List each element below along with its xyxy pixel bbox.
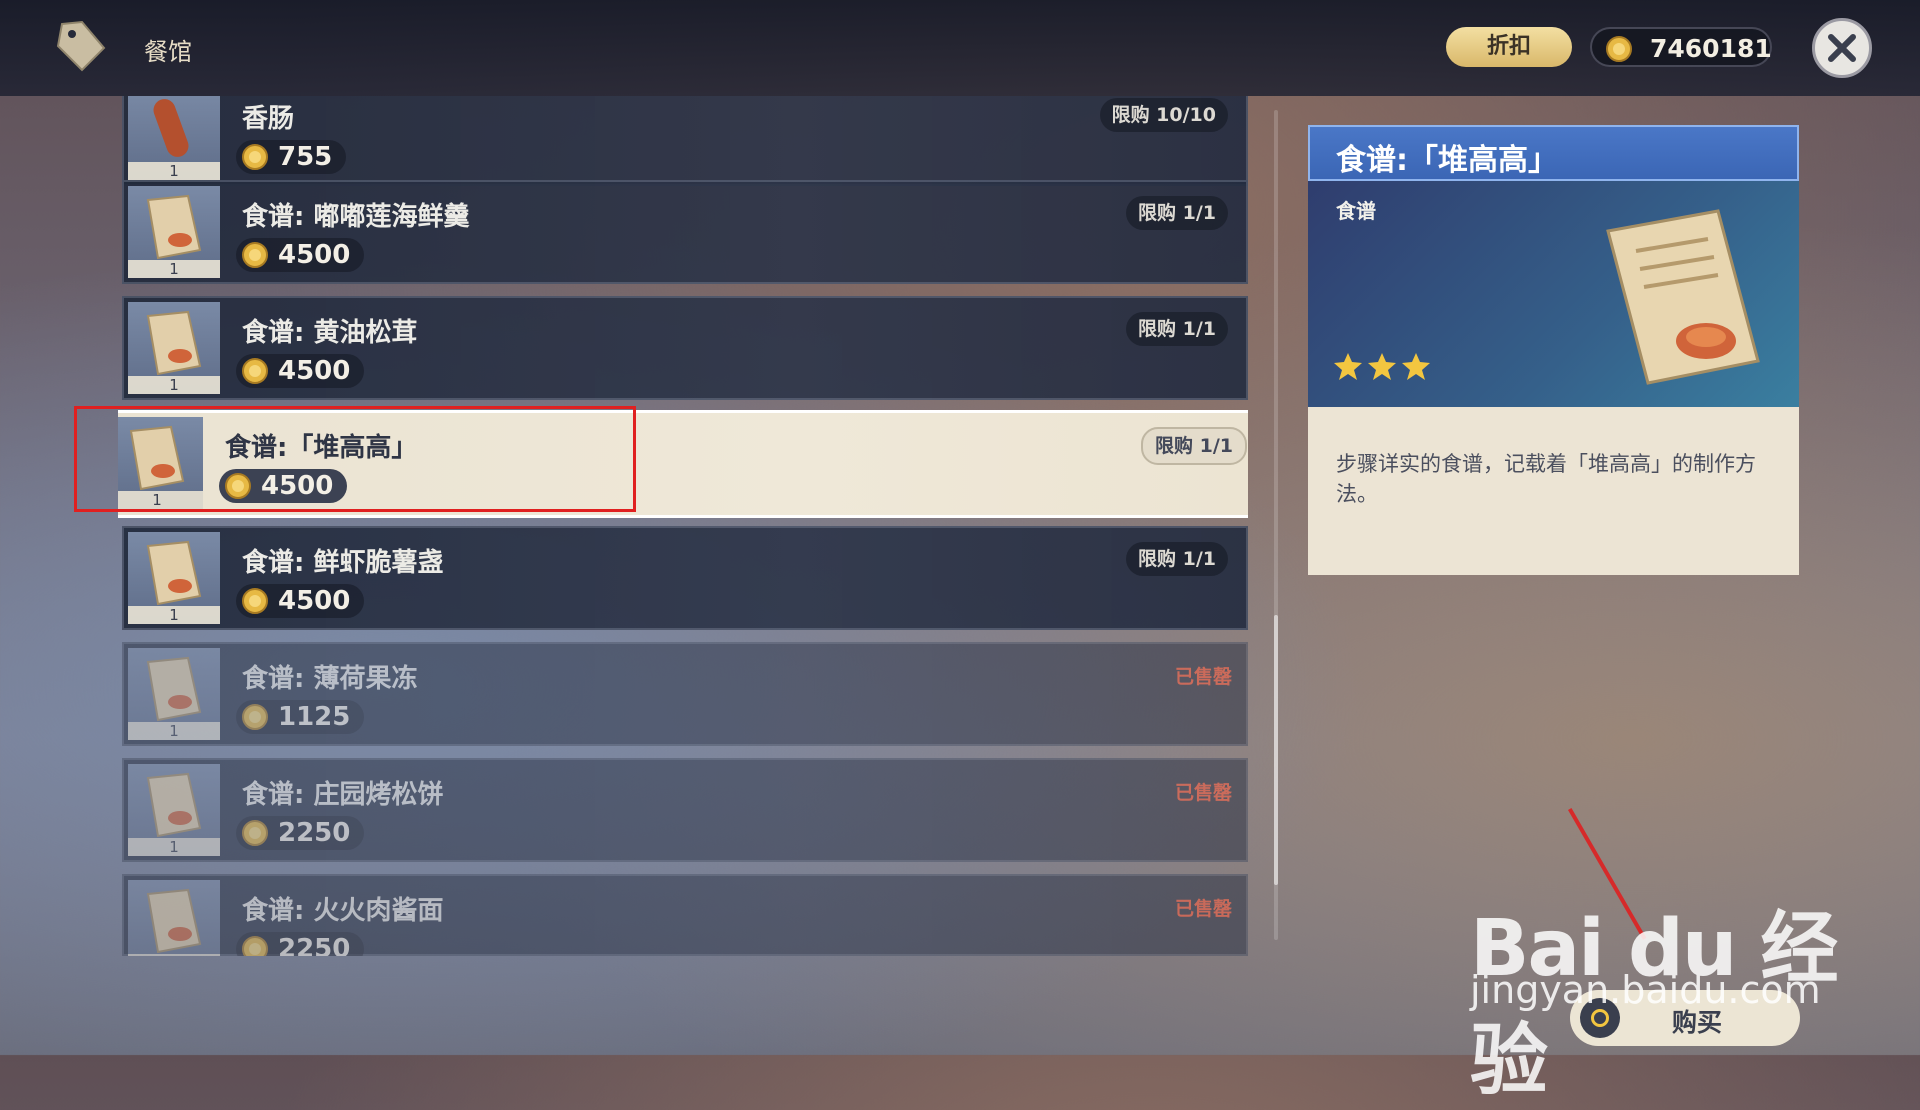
item-name: 食谱: 嘟嘟莲海鲜羹 [242, 202, 470, 232]
item-quantity: 1 [128, 260, 220, 278]
currency-display: 7460181 [1590, 27, 1772, 67]
item-thumbnail: 1 [128, 532, 220, 624]
shop-item-row-soldout[interactable]: 1 食谱: 火火肉酱面 2250 已售罄 [122, 874, 1248, 956]
item-name: 食谱: 庄园烤松饼 [242, 780, 444, 810]
sold-out-label: 已售罄 [1174, 898, 1232, 920]
mora-coin-icon [242, 242, 268, 268]
mora-coin-icon [242, 820, 268, 846]
recipe-icon [146, 656, 202, 722]
purchase-limit-badge: 限购 1/1 [1126, 196, 1228, 230]
shop-item-list[interactable]: 1 香肠 755 限购 10/10 1 食谱: 嘟嘟莲海鲜羹 4500 限购 1… [118, 96, 1248, 956]
item-price: 4500 [236, 354, 365, 388]
discount-button[interactable]: 折扣 [1446, 27, 1572, 67]
shop-item-row[interactable]: 1 香肠 755 限购 10/10 [122, 96, 1248, 186]
item-price: 4500 [236, 584, 365, 618]
item-thumbnail: 1 [128, 880, 220, 956]
item-quantity: 1 [128, 954, 220, 956]
item-thumbnail: 1 [128, 764, 220, 856]
item-description: 步骤详实的食谱，记载着「堆高高」的制作方法。 [1336, 452, 1756, 506]
rarity-stars-icon [1334, 353, 1430, 380]
item-name: 食谱: 鲜虾脆薯盏 [242, 548, 444, 578]
item-price: 2250 [236, 816, 365, 850]
item-detail-panel: 食谱:「堆高高」 食谱 步骤详实的食谱，记载着「堆高高」的制作方法。 [1308, 125, 1799, 575]
recipe-icon [1606, 209, 1760, 385]
shop-item-row[interactable]: 1 食谱: 黄油松茸 4500 限购 1/1 [122, 296, 1248, 400]
currency-amount: 7460181 [1650, 34, 1772, 63]
sausage-icon [153, 99, 189, 157]
top-bar: 餐馆 折扣 7460181 [0, 0, 1920, 96]
item-thumbnail: 1 [128, 648, 220, 740]
sold-out-label: 已售罄 [1174, 782, 1232, 804]
detail-description-panel: 步骤详实的食谱，记载着「堆高高」的制作方法。 [1308, 407, 1799, 575]
item-quantity: 1 [128, 838, 220, 856]
item-price: 755 [236, 140, 347, 174]
purchase-limit-badge: 限购 1/1 [1126, 312, 1228, 346]
purchase-limit-badge: 限购 10/10 [1099, 98, 1228, 132]
detail-header: 食谱:「堆高高」 [1308, 125, 1799, 181]
item-price: 2250 [236, 932, 365, 956]
shop-item-row-soldout[interactable]: 1 食谱: 薄荷果冻 1125 已售罄 [122, 642, 1248, 746]
scrollbar-thumb[interactable] [1274, 615, 1278, 885]
mora-coin-icon [242, 936, 268, 956]
shop-item-row[interactable]: 1 食谱: 嘟嘟莲海鲜羹 4500 限购 1/1 [122, 180, 1248, 284]
baidu-watermark: Bai du 经验 jingyan.baidu.com [1470, 848, 1850, 1106]
shop-item-row-soldout[interactable]: 1 食谱: 庄园烤松饼 2250 已售罄 [122, 758, 1248, 862]
close-icon [1828, 34, 1856, 62]
close-button[interactable] [1812, 18, 1872, 78]
item-quantity: 1 [128, 162, 220, 180]
shop-item-row[interactable]: 1 食谱: 鲜虾脆薯盏 4500 限购 1/1 [122, 526, 1248, 630]
mora-coin-icon [242, 588, 268, 614]
item-name: 香肠 [242, 104, 295, 134]
list-scrollbar[interactable] [1274, 110, 1278, 940]
mora-coin-icon [242, 358, 268, 384]
mora-coin-icon [242, 704, 268, 730]
detail-title: 食谱:「堆高高」 [1336, 143, 1558, 178]
shop-tag-icon [56, 20, 106, 72]
mora-coin-icon [242, 144, 268, 170]
purchase-limit-badge: 限购 1/1 [1126, 542, 1228, 576]
recipe-icon [146, 772, 202, 838]
item-name: 食谱: 火火肉酱面 [242, 896, 444, 926]
item-price: 1125 [236, 700, 365, 734]
watermark-url: jingyan.baidu.com [1470, 968, 1821, 1012]
mora-coin-icon [1606, 36, 1632, 62]
purchase-limit-badge: 限购 1/1 [1141, 427, 1247, 465]
shop-title: 餐馆 [144, 38, 192, 66]
item-quantity: 1 [128, 606, 220, 624]
recipe-icon [146, 194, 202, 260]
recipe-icon [146, 888, 202, 954]
item-thumbnail: 1 [128, 96, 220, 180]
item-quantity: 1 [128, 376, 220, 394]
recipe-icon [146, 310, 202, 376]
recipe-icon [146, 540, 202, 606]
sold-out-label: 已售罄 [1174, 666, 1232, 688]
item-name: 食谱: 黄油松茸 [242, 318, 418, 348]
item-thumbnail: 1 [128, 302, 220, 394]
detail-artwork: 食谱 [1308, 181, 1799, 407]
item-type: 食谱 [1336, 199, 1376, 223]
item-quantity: 1 [128, 722, 220, 740]
annotation-highlight-box [74, 406, 636, 512]
item-name: 食谱: 薄荷果冻 [242, 664, 418, 694]
item-price: 4500 [236, 238, 365, 272]
item-thumbnail: 1 [128, 186, 220, 278]
